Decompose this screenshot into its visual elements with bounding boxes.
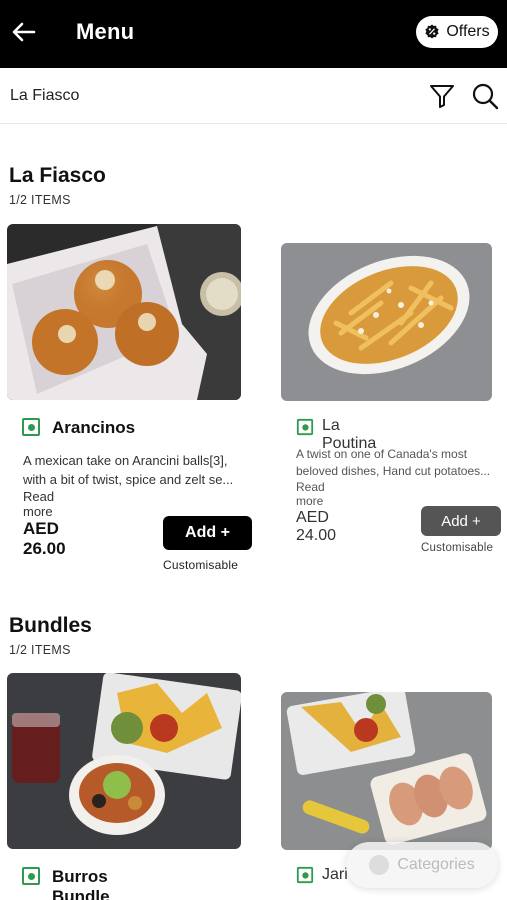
back-arrow-icon[interactable] (10, 18, 38, 46)
customisable-label: Customisable (421, 542, 494, 554)
item-description-line: A twist on one of Canada's most (296, 447, 468, 461)
item-description-line: beloved dishes, Hand cut potatoes... (296, 464, 491, 478)
restaurant-name: La Fiasco (10, 87, 80, 104)
categories-button[interactable]: Categories (346, 842, 498, 888)
food-image-icon (7, 224, 241, 400)
item-price: AED 24.00 (296, 509, 337, 544)
food-image-icon (281, 243, 492, 401)
search-icon[interactable] (470, 81, 500, 111)
jari-bundle-photo[interactable] (281, 692, 492, 850)
item-name: Burros Bundle (52, 867, 110, 900)
item-name: Jari (322, 866, 348, 883)
section-title: La Fiasco (9, 164, 106, 187)
add-button[interactable]: Add + (163, 516, 252, 550)
read-more-link[interactable]: Read more (23, 489, 54, 519)
veg-indicator-icon (296, 866, 314, 884)
food-image-icon (7, 673, 241, 849)
offers-button[interactable]: Offers (416, 16, 498, 48)
item-name: Arancinos (52, 418, 136, 437)
top-bar: Menu Offers (0, 0, 507, 68)
section-item-count: 1/2 ITEMS (9, 193, 71, 207)
categories-icon (369, 855, 390, 875)
veg-indicator-icon (296, 418, 314, 436)
restaurant-bar: La Fiasco (0, 68, 507, 124)
section-title: Bundles (9, 614, 92, 637)
categories-label: Categories (397, 856, 475, 873)
veg-indicator-icon (22, 867, 40, 885)
filter-icon[interactable] (428, 82, 456, 110)
discount-badge-icon (425, 24, 439, 39)
food-image-icon (281, 692, 492, 850)
item-description-line: with a bit of twist, spice and zelt se..… (23, 472, 234, 487)
section-item-count: 1/2 ITEMS (9, 643, 71, 657)
burros-bundle-photo[interactable] (7, 673, 241, 849)
item-price: AED 26.00 (23, 519, 66, 558)
offers-label: Offers (446, 23, 490, 40)
page-title: Menu (76, 19, 135, 44)
read-more-link[interactable]: Read more (296, 480, 325, 508)
arancinos-photo[interactable] (7, 224, 241, 400)
la-poutina-photo[interactable] (281, 243, 492, 401)
customisable-label: Customisable (163, 558, 239, 572)
veg-indicator-icon (22, 418, 40, 436)
add-button[interactable]: Add + (421, 506, 501, 536)
item-description-line: A mexican take on Arancini balls[3], (23, 453, 228, 468)
